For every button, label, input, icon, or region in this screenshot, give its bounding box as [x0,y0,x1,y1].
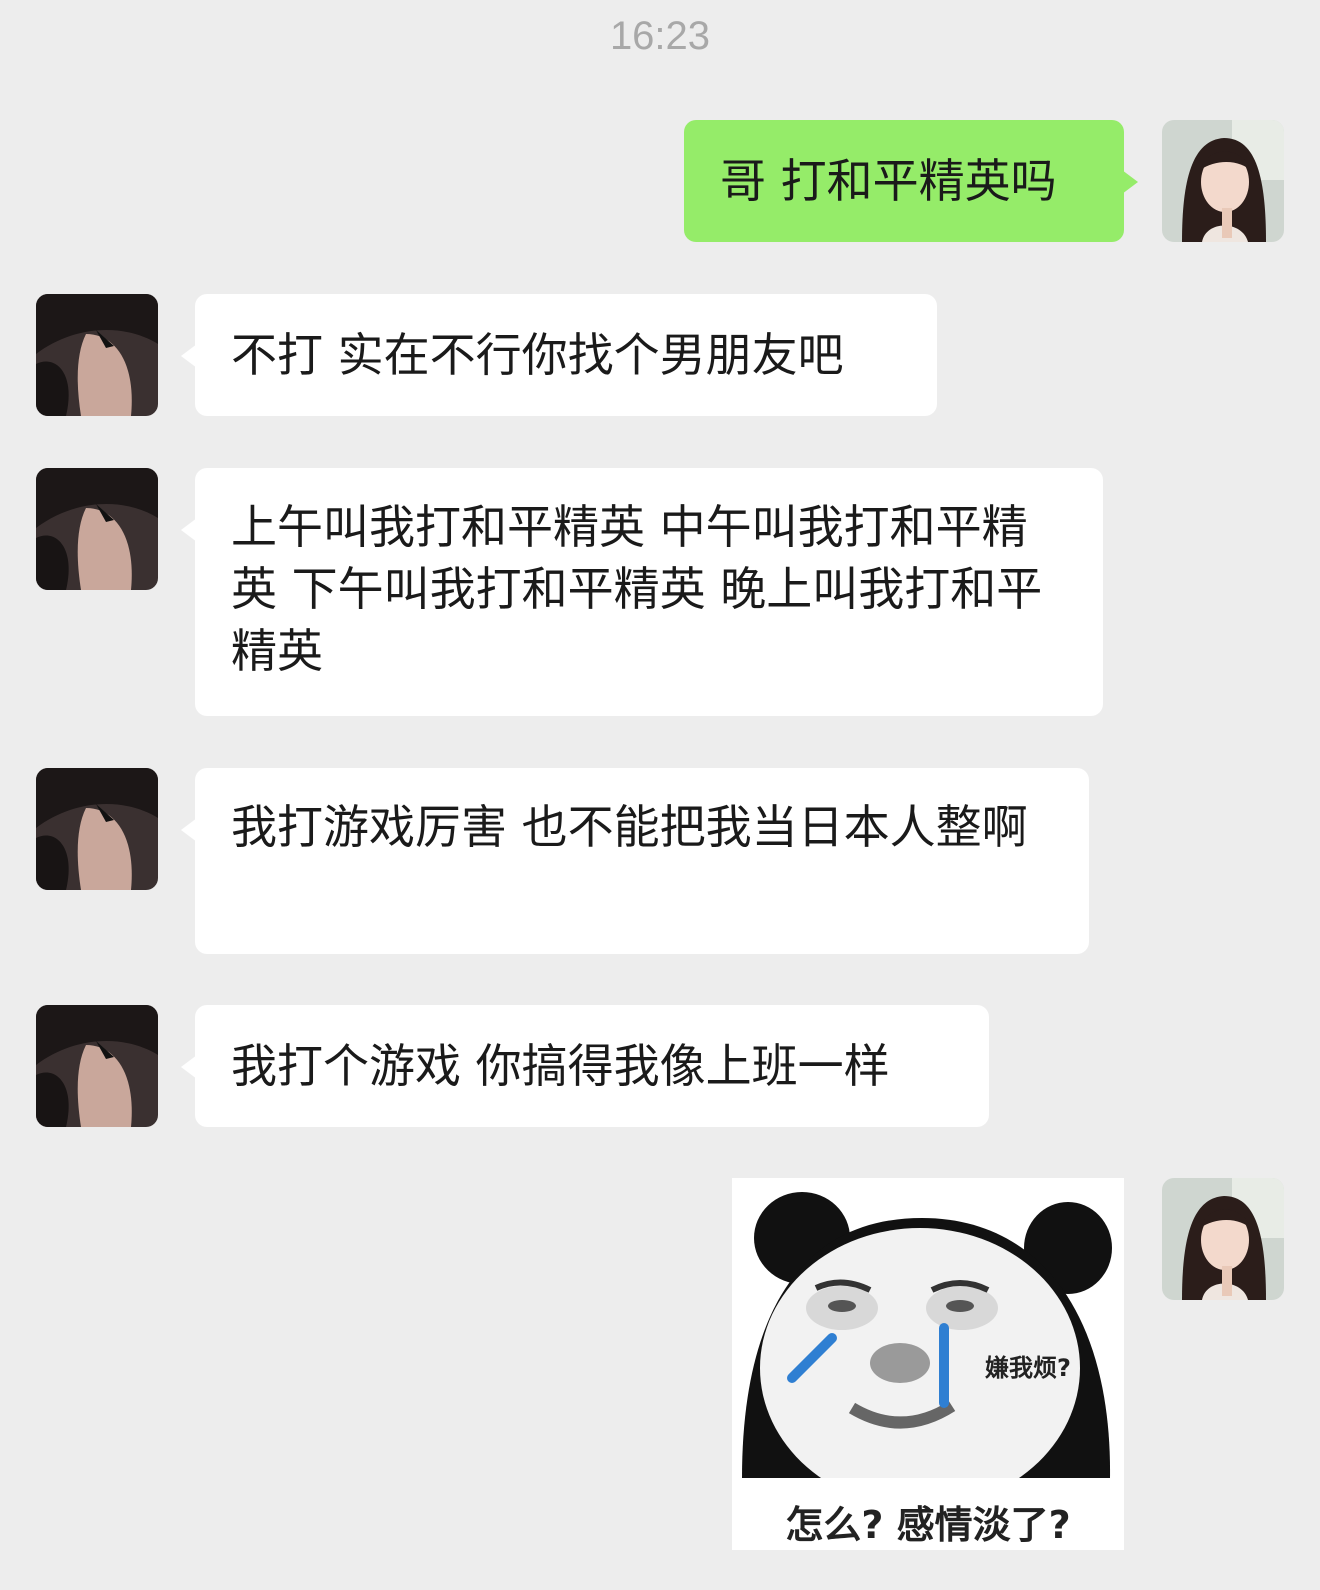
received-message-bubble[interactable]: 我打游戏厉害 也不能把我当日本人整啊 [181,768,1089,954]
dark-hair-avatar-icon [36,294,158,416]
my-avatar[interactable] [1162,1178,1284,1300]
message-text: 上午叫我打和平精英 中午叫我打和平精英 下午叫我打和平精英 晚上叫我打和平精英 [231,500,1043,678]
chat-window: 16:23 哥 打和平精英吗 不打 实在不行你找个男朋友吧 上午叫我打和平精英 … [0,0,1320,1590]
dark-hair-avatar-icon [36,1005,158,1127]
panda-meme-sticker[interactable]: 嫌我烦? 怎么? 感情淡了? [732,1178,1124,1550]
sticker-caption: 怎么? 感情淡了? [785,1503,1071,1547]
message-text: 我打个游戏 你搞得我像上班一样 [231,1039,890,1093]
received-message-bubble[interactable]: 上午叫我打和平精英 中午叫我打和平精英 下午叫我打和平精英 晚上叫我打和平精英 [181,468,1103,716]
received-message-bubble[interactable]: 我打个游戏 你搞得我像上班一样 [181,1005,989,1127]
dark-hair-avatar-icon [36,468,158,590]
dark-hair-avatar-icon [36,768,158,890]
girl-avatar-icon [1162,1178,1284,1300]
message-text: 我打游戏厉害 也不能把我当日本人整啊 [231,800,1028,854]
girl-avatar-icon [1162,120,1284,242]
contact-avatar[interactable] [36,768,158,890]
message-timestamp: 16:23 [609,14,711,58]
contact-avatar[interactable] [36,294,158,416]
contact-avatar[interactable] [36,1005,158,1127]
sticker-side-text: 嫌我烦? [985,1354,1071,1382]
message-text: 不打 实在不行你找个男朋友吧 [231,328,844,382]
contact-avatar[interactable] [36,468,158,590]
my-avatar[interactable] [1162,120,1284,242]
sent-message-bubble[interactable]: 哥 打和平精英吗 [684,120,1138,242]
received-message-bubble[interactable]: 不打 实在不行你找个男朋友吧 [181,294,937,416]
message-text: 哥 打和平精英吗 [720,154,1057,208]
